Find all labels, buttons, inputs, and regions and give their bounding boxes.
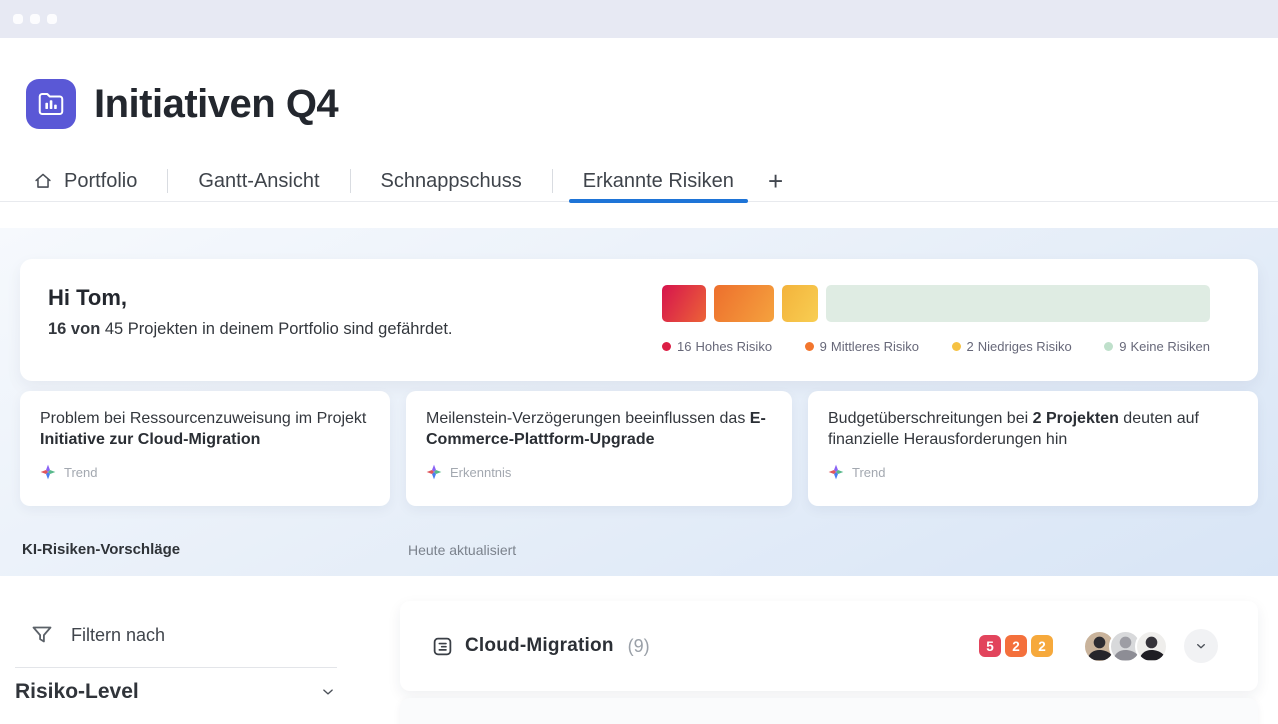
insight-tag: Trend: [828, 464, 1238, 480]
board-icon: [432, 636, 453, 657]
risk-segment-medium[interactable]: [714, 285, 774, 322]
legend-dot-medium: [804, 342, 814, 351]
next-group-card-partial[interactable]: [400, 698, 1258, 724]
group-count: (9): [627, 635, 650, 656]
funnel-icon: [30, 623, 54, 647]
greeting-summary: 16 von 45 Projekten in deinem Portfolio …: [48, 320, 453, 338]
group-row-cloud-migration[interactable]: Cloud-Migration (9) 5 2 2: [400, 601, 1258, 691]
window-control-dot[interactable]: [30, 14, 40, 24]
summary-card: Hi Tom, 16 von 45 Projekten in deinem Po…: [20, 259, 1258, 381]
legend-dot-high: [662, 342, 671, 351]
legend-count: 2: [966, 339, 974, 354]
home-icon: [32, 170, 54, 192]
filter-group-label: Risiko-Level: [15, 680, 139, 703]
tab-gantt-ansicht[interactable]: Gantt-Ansicht: [184, 161, 333, 201]
add-tab-button[interactable]: +: [762, 168, 789, 194]
window-titlebar: [0, 0, 1278, 38]
legend-count: 9: [1119, 339, 1127, 354]
legend-label: Keine Risiken: [1130, 339, 1211, 354]
greeting-block: Hi Tom, 16 von 45 Projekten in deinem Po…: [48, 285, 453, 381]
risk-overview-section: Hi Tom, 16 von 45 Projekten in deinem Po…: [0, 228, 1278, 576]
legend-item-high: 16 Hohes Risiko: [662, 339, 772, 354]
legend-dot-low: [951, 342, 961, 351]
window-control-dot[interactable]: [13, 14, 23, 24]
page-header: Initiativen Q4 Portfolio Gantt-Ansicht S…: [0, 38, 1278, 228]
badge-low-risk[interactable]: 2: [1031, 635, 1053, 657]
risk-segment-none[interactable]: [826, 285, 1210, 322]
insight-text: Meilenstein-Verzögerungen beeinflussen d…: [426, 410, 766, 448]
tab-erkannte-risiken[interactable]: Erkannte Risiken: [568, 161, 749, 203]
legend-item-none: 9 Keine Risiken: [1104, 339, 1210, 354]
section-updated-label: Heute aktualisiert: [408, 542, 517, 558]
legend-item-low: 2 Niedriges Risiko: [951, 339, 1072, 354]
avatar-group[interactable]: [1083, 629, 1168, 663]
risk-segment-high[interactable]: [662, 285, 706, 322]
risk-distribution-bar: [662, 285, 1210, 322]
tab-label: Gantt-Ansicht: [198, 169, 320, 192]
app-window: Initiativen Q4 Portfolio Gantt-Ansicht S…: [0, 0, 1278, 724]
insight-tag: Trend: [40, 464, 370, 480]
insight-tag-label: Erkenntnis: [450, 464, 512, 480]
collapse-group-button[interactable]: [1184, 629, 1218, 663]
chevron-down-icon: [1193, 638, 1209, 654]
tab-bar: Portfolio Gantt-Ansicht Schnappschuss Er…: [0, 161, 1278, 203]
title-row: Initiativen Q4: [0, 38, 1278, 129]
insight-card-resources[interactable]: Problem bei Ressourcenzuweisung im Proje…: [20, 391, 390, 506]
folder-chart-icon: [26, 79, 76, 129]
insight-text: Budgetüberschreitungen bei 2 Projekten d…: [828, 410, 1199, 448]
tab-separator: [167, 169, 169, 193]
tab-label: Portfolio: [64, 169, 138, 192]
ai-sparkle-icon: [828, 464, 844, 480]
window-control-dot[interactable]: [47, 14, 57, 24]
risk-list-area: Filtern nach Risiko-Level Cloud-Migratio…: [0, 576, 1278, 724]
chevron-down-icon: [319, 683, 337, 701]
risk-overview-chart: 16 Hohes Risiko 9 Mittleres Risiko 2 Nie…: [662, 285, 1210, 381]
risk-count-badges: 5 2 2: [979, 635, 1053, 657]
legend-count: 16: [677, 339, 692, 354]
legend-label: Mittleres Risiko: [830, 339, 919, 354]
insight-tag: Erkenntnis: [426, 464, 772, 480]
ai-sparkle-icon: [40, 464, 56, 480]
insight-tag-label: Trend: [852, 464, 886, 480]
page-title: Initiativen Q4: [94, 81, 339, 126]
avatar: [1135, 629, 1168, 663]
group-title: Cloud-Migration: [465, 635, 614, 656]
filter-group-risk-level[interactable]: Risiko-Level: [15, 680, 337, 704]
insight-text: Problem bei Ressourcenzuweisung im Proje…: [40, 410, 367, 448]
tab-separator: [551, 169, 553, 193]
legend-dot-none: [1104, 342, 1114, 351]
insight-card-budget[interactable]: Budgetüberschreitungen bei 2 Projekten d…: [808, 391, 1258, 506]
risk-segment-low[interactable]: [782, 285, 818, 322]
tab-label: Schnappschuss: [380, 169, 522, 192]
tab-schnappschuss[interactable]: Schnappschuss: [367, 161, 536, 201]
badge-medium-risk[interactable]: 2: [1005, 635, 1027, 657]
tab-portfolio[interactable]: Portfolio: [32, 161, 151, 201]
risk-legend: 16 Hohes Risiko 9 Mittleres Risiko 2 Nie…: [662, 339, 1210, 354]
legend-label: Niedriges Risiko: [977, 339, 1072, 354]
insight-card-milestones[interactable]: Meilenstein-Verzögerungen beeinflussen d…: [406, 391, 792, 506]
legend-label: Hohes Risiko: [695, 339, 773, 354]
ai-sparkle-icon: [426, 464, 442, 480]
filter-button-label: Filtern nach: [71, 624, 166, 645]
section-title: KI-Risiken-Vorschläge: [22, 541, 181, 558]
section-subheader: KI-Risiken-Vorschläge Heute aktualisiert: [22, 541, 1258, 559]
filter-button[interactable]: Filtern nach: [30, 623, 165, 647]
greeting-title: Hi Tom,: [48, 285, 128, 310]
legend-item-medium: 9 Mittleres Risiko: [804, 339, 919, 354]
tab-separator: [349, 169, 351, 193]
insight-cards: Problem bei Ressourcenzuweisung im Proje…: [20, 391, 1258, 506]
tab-label: Erkannte Risiken: [582, 169, 734, 192]
legend-count: 9: [819, 339, 827, 354]
group-title-wrap: Cloud-Migration (9): [432, 635, 650, 657]
badge-high-risk[interactable]: 5: [979, 635, 1001, 657]
insight-tag-label: Trend: [64, 464, 98, 480]
filter-divider: [15, 667, 337, 668]
group-row-right: 5 2 2: [979, 629, 1218, 663]
